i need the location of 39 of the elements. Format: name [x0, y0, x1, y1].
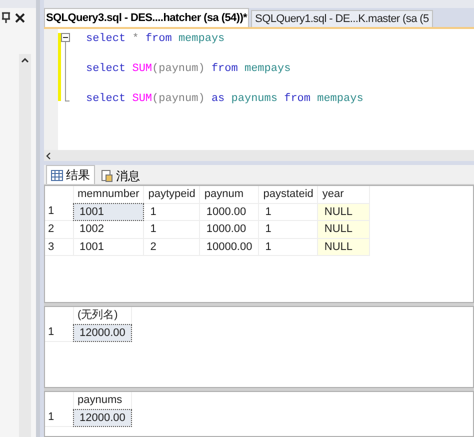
- table-cell[interactable]: 12000.00: [73, 409, 132, 426]
- document-tab[interactable]: SQLQuery1.sql - DE...K.master (sa (5: [251, 10, 433, 27]
- pin-icon[interactable]: [1, 12, 11, 24]
- table-cell[interactable]: 1001: [73, 238, 144, 256]
- table-cell[interactable]: 1: [144, 203, 200, 220]
- column-header[interactable]: paynum: [200, 186, 259, 203]
- table-cell[interactable]: 1: [258, 203, 318, 220]
- column-header[interactable]: year: [318, 186, 370, 203]
- document-icon: [101, 170, 113, 182]
- toolbar-strip: [0, 0, 36, 8]
- close-icon[interactable]: [15, 13, 25, 23]
- code-line: select SUM(paynum) from mempays: [86, 62, 292, 77]
- table-cell[interactable]: 1000.00: [200, 220, 259, 238]
- table-cell[interactable]: 2: [144, 238, 200, 256]
- table-cell[interactable]: 1: [258, 238, 318, 256]
- table-cell[interactable]: 1002: [73, 220, 144, 238]
- results-tab[interactable]: 结果: [46, 165, 95, 184]
- document-tab[interactable]: SQLQuery3.sql - DES....hatcher (sa (54))*: [44, 8, 250, 27]
- table-cell[interactable]: 12000.00: [73, 324, 132, 342]
- vertical-scrollbar[interactable]: [19, 54, 31, 437]
- table-cell[interactable]: 1001: [73, 203, 144, 220]
- column-header[interactable]: paytypeid: [144, 186, 200, 203]
- horizontal-scrollbar[interactable]: [44, 150, 474, 161]
- collapse-icon[interactable]: [60, 33, 70, 42]
- table-cell[interactable]: NULL: [318, 220, 370, 238]
- grid-icon: [51, 170, 63, 180]
- code-line: select SUM(paynum) as paynums from mempays: [86, 92, 364, 107]
- code-line: select * from mempays: [86, 32, 226, 47]
- table-cell[interactable]: 10000.00: [200, 238, 259, 256]
- table-cell[interactable]: NULL: [318, 203, 370, 220]
- caret-up-icon[interactable]: [21, 58, 29, 63]
- table-cell[interactable]: 1: [144, 220, 200, 238]
- row-number: 2: [45, 220, 73, 238]
- table-cell[interactable]: NULL: [318, 238, 370, 256]
- column-header[interactable]: paystateid: [258, 186, 318, 203]
- change-marker: [58, 33, 61, 101]
- table-cell[interactable]: 1000.00: [200, 203, 259, 220]
- row-number: 3: [45, 238, 73, 256]
- caret-left-icon[interactable]: [46, 152, 51, 160]
